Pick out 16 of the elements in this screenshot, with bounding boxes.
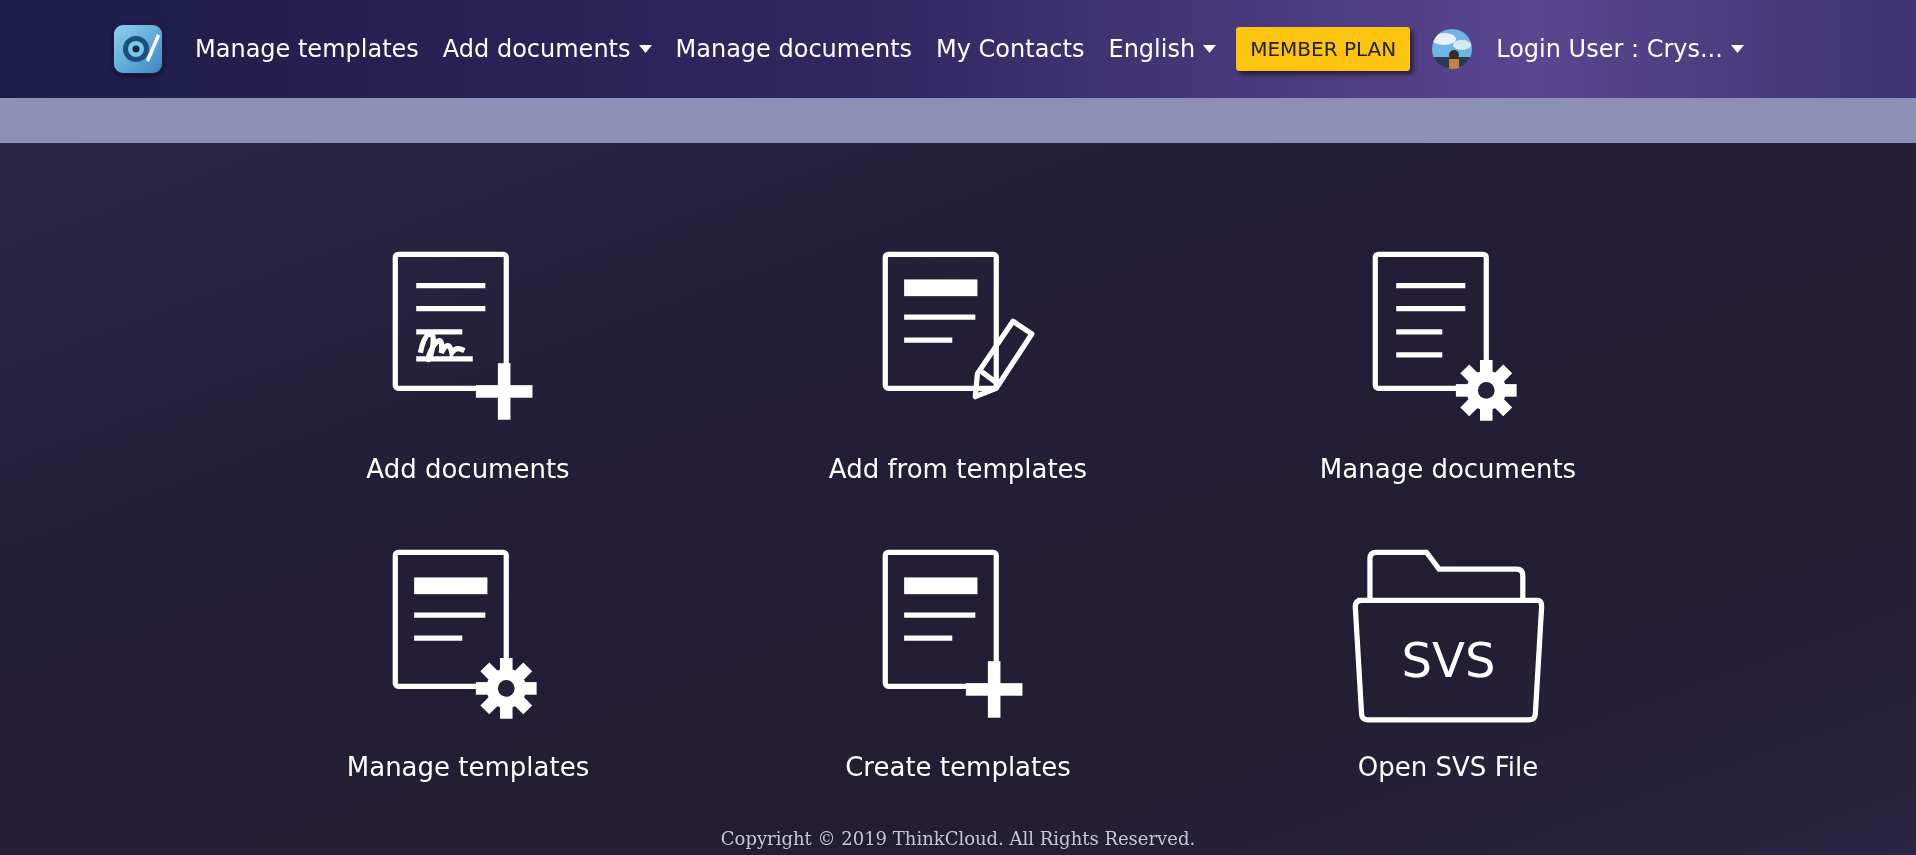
nav-link[interactable]: My Contacts [924,35,1097,63]
nav-link[interactable]: English [1096,35,1229,63]
menu-tile[interactable]: Add documents [366,248,570,486]
menu-tile[interactable]: Create templates [845,546,1071,784]
menu-tile[interactable]: SVS Open SVS File [1348,546,1548,784]
nav-link[interactable]: Manage documents [663,35,925,63]
menu-tile[interactable]: Manage documents [1319,248,1577,486]
copyright-text: Copyright © 2019 ThinkCloud. All Rights Reserved. [719,828,1197,849]
app-logo[interactable] [113,24,163,74]
nav-link[interactable]: Add documents [430,35,664,63]
menu-tile[interactable]: Add from templates [828,248,1088,486]
menu-tile[interactable]: Manage templates [346,546,590,784]
user-menu[interactable]: Login User : Crys... [1486,35,1756,63]
folder-label: SVS [1400,631,1496,688]
nav-link[interactable]: Manage templates [183,35,431,63]
member-plan-button[interactable]: MEMBER PLAN [1236,27,1411,71]
